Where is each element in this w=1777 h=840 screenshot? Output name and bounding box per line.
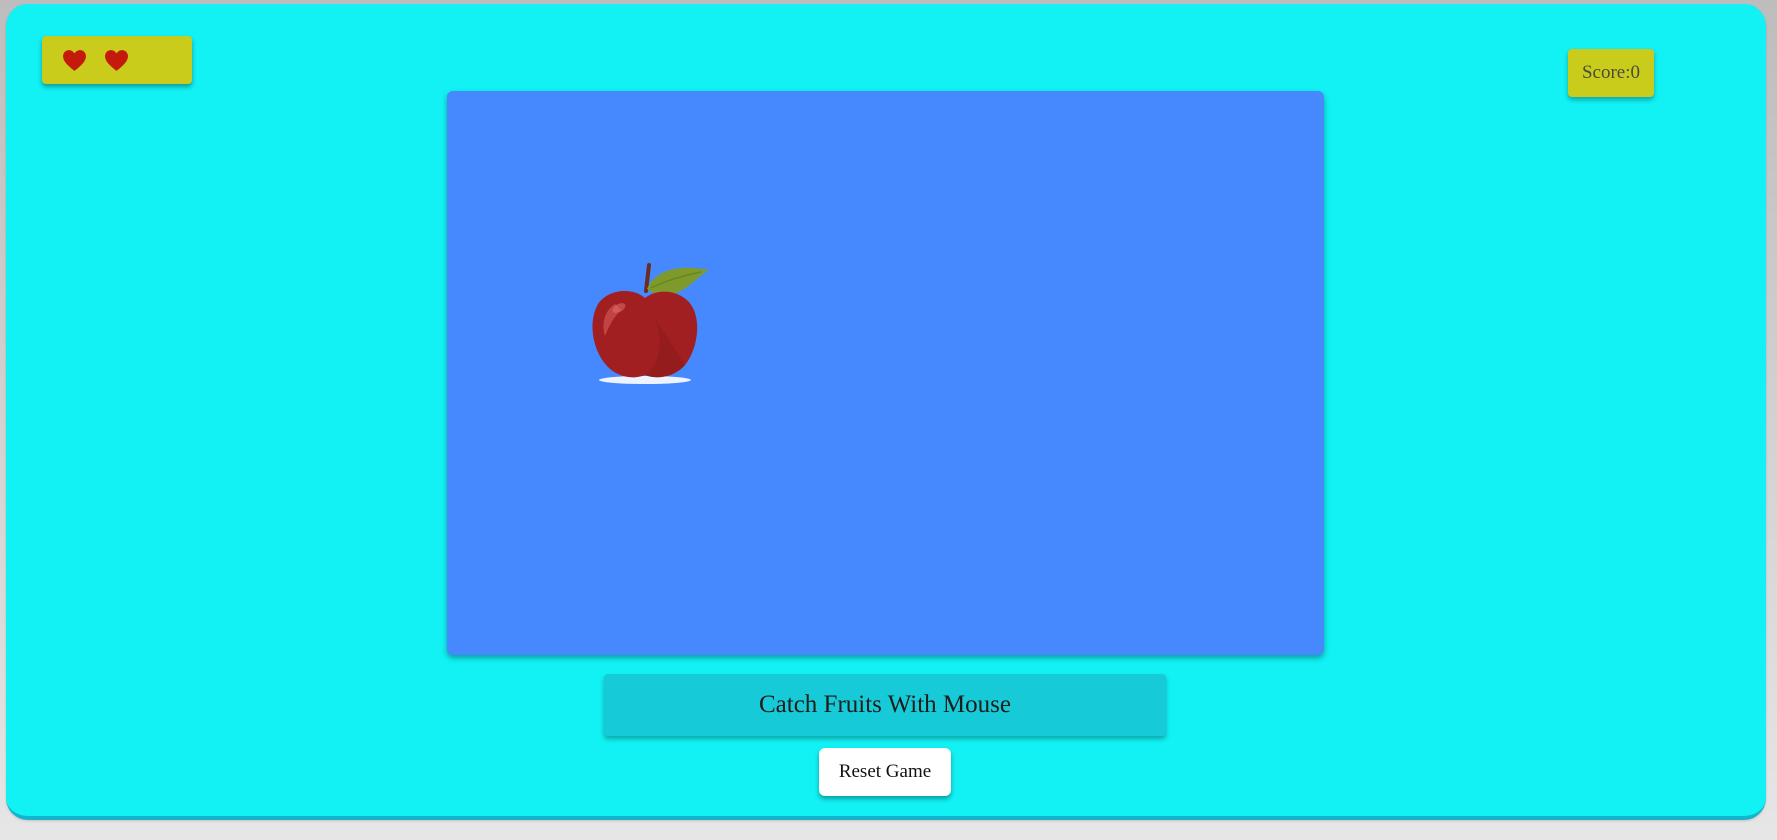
instruction-banner: Catch Fruits With Mouse (604, 674, 1166, 736)
apple-icon[interactable] (585, 256, 710, 386)
lives-panel (42, 36, 192, 84)
reset-game-button[interactable]: Reset Game (819, 748, 951, 796)
heart-icon (105, 49, 128, 71)
score-display: Score:0 (1568, 49, 1654, 97)
game-area[interactable] (447, 91, 1324, 655)
game-container: Score:0 Catch Fruits With Mouse Reset Ga… (6, 4, 1766, 820)
heart-icon (63, 49, 86, 71)
